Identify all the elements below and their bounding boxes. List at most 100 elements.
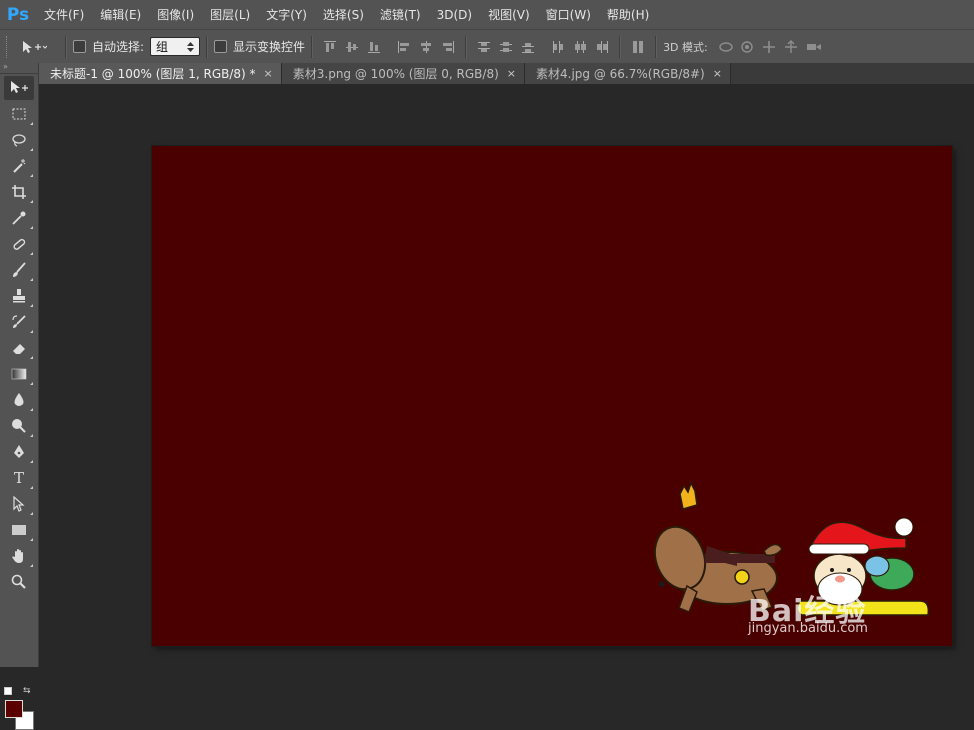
tools-panel-header[interactable]: » [0,63,38,74]
menu-edit[interactable]: 编辑(E) [92,6,149,23]
menu-window[interactable]: 窗口(W) [538,6,599,23]
tool-history-brush[interactable] [4,310,34,334]
slide-3d-icon[interactable] [784,39,798,54]
reindeer-sleigh-illustration [653,481,930,616]
document-tab-label: 未标题-1 @ 100% (图层 1, RGB/8) * [50,67,256,81]
tool-brush[interactable] [4,258,34,282]
separator [655,35,658,58]
document-canvas[interactable] [152,146,952,646]
tool-group-indicator [30,356,33,359]
close-icon[interactable]: × [713,67,722,80]
menu-filter[interactable]: 滤镜(T) [372,6,429,23]
bandage-icon [13,238,26,250]
tool-group-indicator [30,434,33,437]
options-grip[interactable] [6,35,13,58]
distribute-top-icon[interactable] [477,40,491,54]
align-left-icon[interactable] [397,40,411,54]
auto-select-checkbox[interactable] [73,40,86,53]
tool-move[interactable] [4,76,34,100]
distribute-vcenter-icon[interactable] [499,40,513,54]
mode-3d-label: 3D 模式: [663,40,708,54]
tool-group-indicator [30,408,33,411]
menu-select[interactable]: 选择(S) [315,6,372,23]
history-brush-icon [12,315,26,328]
tool-group-indicator [30,278,33,281]
tool-preset-picker[interactable] [21,40,59,54]
tool-group-indicator [30,200,33,203]
align-top-icon[interactable] [323,40,337,54]
menu-3d[interactable]: 3D(D) [429,8,480,22]
rotate-3d-icon[interactable] [718,40,733,54]
separator [311,35,314,58]
scale-3d-icon[interactable] [806,40,821,54]
close-icon[interactable]: × [264,67,273,80]
tool-clone-stamp[interactable] [4,284,34,308]
tool-quick-select[interactable] [4,154,34,178]
show-transform-checkbox[interactable] [214,40,228,53]
document-tab[interactable]: 未标题-1 @ 100% (图层 1, RGB/8) * × [39,63,282,84]
auto-select-value: 组 [156,40,169,54]
tool-group-indicator [30,382,33,385]
roll-3d-icon[interactable] [740,40,754,54]
brush-icon [13,262,26,277]
tool-blur[interactable] [4,388,34,412]
tool-pen[interactable] [4,440,34,464]
document-tab-bar: 未标题-1 @ 100% (图层 1, RGB/8) * × 素材3.png @… [39,63,974,84]
tool-eyedropper[interactable] [4,206,34,230]
tool-type[interactable]: T [4,466,34,490]
foreground-color-swatch[interactable] [5,700,23,718]
move-tool-icon [11,81,28,93]
tool-group-indicator [30,174,33,177]
tool-group-indicator [30,486,33,489]
tool-gradient[interactable] [4,362,34,386]
tool-hand[interactable] [4,544,34,568]
dodge-icon [12,419,26,433]
separator [65,35,67,58]
distribute-left-icon[interactable] [551,40,565,54]
tool-healing-brush[interactable] [4,232,34,256]
align-hcenter-icon[interactable] [419,40,433,54]
tool-rectangle[interactable] [4,518,34,542]
align-vcenter-icon[interactable] [345,40,359,54]
lasso-icon [12,134,26,147]
distribute-hcenter-icon[interactable] [573,40,587,54]
marquee-icon [12,108,26,120]
align-right-icon[interactable] [441,40,455,54]
document-tab[interactable]: 素材4.jpg @ 66.7%(RGB/8#) × [525,63,731,84]
tool-crop[interactable] [4,180,34,204]
drag-3d-icon[interactable] [762,40,776,54]
menu-layer[interactable]: 图层(L) [202,6,258,23]
tool-group-indicator [30,330,33,333]
tool-lasso[interactable] [4,128,34,152]
tool-group-indicator [30,252,33,255]
document-tab[interactable]: 素材3.png @ 100% (图层 0, RGB/8) × [281,63,525,84]
tool-group-indicator [30,538,33,541]
auto-select-dropdown[interactable]: 组 [150,37,201,56]
stamp-icon [13,289,25,303]
tool-dodge[interactable] [4,414,34,438]
tool-marquee[interactable] [4,102,34,126]
close-icon[interactable]: × [507,67,516,80]
canvas-area[interactable] [39,84,974,667]
menu-file[interactable]: 文件(F) [36,6,92,23]
separator [465,35,468,58]
tool-group-indicator [30,304,33,307]
menu-image[interactable]: 图像(I) [149,6,202,23]
tools-panel: » T ⇆ [0,63,39,730]
auto-align-layers-icon[interactable] [631,40,645,54]
tool-group-indicator [30,226,33,229]
tool-eraser[interactable] [4,336,34,360]
document-tab-label: 素材4.jpg @ 66.7%(RGB/8#) [536,67,705,81]
align-bottom-icon[interactable] [367,40,381,54]
swap-colors-icon[interactable]: ⇆ [23,686,31,696]
menu-type[interactable]: 文字(Y) [258,6,315,23]
rectangle-shape-icon [12,525,26,535]
tool-path-select[interactable] [4,492,34,516]
menu-view[interactable]: 视图(V) [480,6,538,23]
default-colors-icon[interactable] [4,687,12,695]
distribute-bottom-icon[interactable] [521,40,535,54]
auto-select-label: 自动选择: [92,40,145,54]
distribute-right-icon[interactable] [595,40,609,54]
tool-zoom[interactable] [4,570,34,594]
menu-help[interactable]: 帮助(H) [599,6,657,23]
